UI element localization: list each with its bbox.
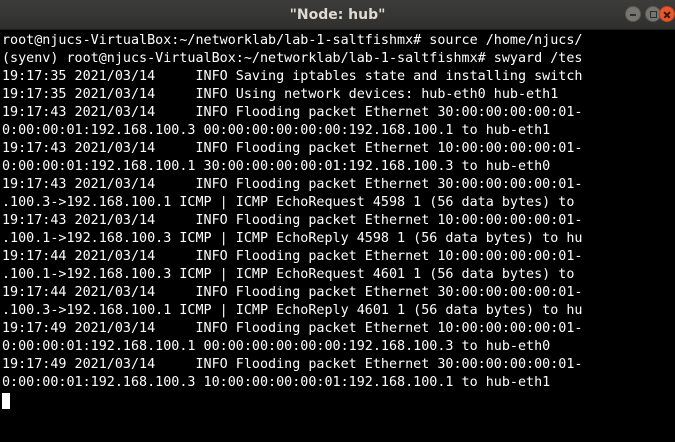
terminal-line: 19:17:35 2021/03/14 INFO Saving iptables… (2, 69, 583, 84)
terminal-line: 19:17:49 2021/03/14 INFO Flooding packet… (2, 357, 583, 372)
terminal-line: 19:17:43 2021/03/14 INFO Flooding packet… (2, 105, 583, 120)
minimize-icon[interactable] (625, 6, 641, 22)
terminal-line: 19:17:43 2021/03/14 INFO Flooding packet… (2, 141, 583, 156)
terminal-line: 19:17:35 2021/03/14 INFO Using network d… (2, 87, 559, 102)
window-title: "Node: hub" (289, 7, 386, 23)
terminal-line: 0:00:00:01:192.168.100.1 30:00:00:00:00:… (2, 159, 551, 174)
terminal-line: 19:17:44 2021/03/14 INFO Flooding packet… (2, 285, 583, 300)
terminal-line: 0:00:00:01:192.168.100.3 10:00:00:00:00:… (2, 375, 551, 390)
title-bar[interactable]: "Node: hub" (0, 0, 675, 30)
terminal-line: 19:17:49 2021/03/14 INFO Flooding packet… (2, 321, 583, 336)
close-icon[interactable] (659, 6, 675, 22)
text-cursor (2, 393, 10, 409)
terminal-line: 0:00:00:01:192.168.100.3 00:00:00:00:00:… (2, 123, 551, 138)
terminal-line: 19:17:43 2021/03/14 INFO Flooding packet… (2, 213, 583, 228)
terminal-line: 19:17:43 2021/03/14 INFO Flooding packet… (2, 177, 583, 192)
terminal-output[interactable]: root@njucs-VirtualBox:~/networklab/lab-1… (0, 31, 675, 442)
terminal-window: "Node: hub" root@njucs-VirtualBox:~/netw… (0, 0, 675, 442)
terminal-line: .100.1->192.168.100.3 ICMP | ICMP EchoRe… (2, 267, 575, 282)
terminal-line: .100.3->192.168.100.1 ICMP | ICMP EchoRe… (2, 303, 583, 318)
terminal-line: root@njucs-VirtualBox:~/networklab/lab-1… (2, 33, 583, 48)
terminal-line: (syenv) root@njucs-VirtualBox:~/networkl… (2, 51, 583, 66)
terminal-line: .100.1->192.168.100.3 ICMP | ICMP EchoRe… (2, 231, 583, 246)
terminal-line: .100.3->192.168.100.1 ICMP | ICMP EchoRe… (2, 195, 575, 210)
terminal-line: 0:00:00:01:192.168.100.1 00:00:00:00:00:… (2, 339, 551, 354)
terminal-line: 19:17:44 2021/03/14 INFO Flooding packet… (2, 249, 583, 264)
